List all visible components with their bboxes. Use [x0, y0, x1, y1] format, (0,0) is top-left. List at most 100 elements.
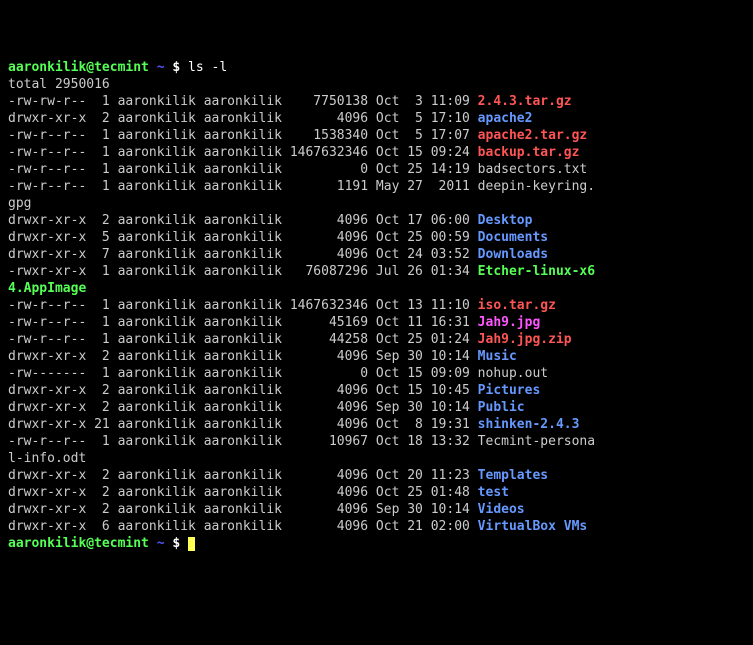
ls-row: drwxr-xr-x 6 aaronkilik aaronkilik 4096 … — [8, 518, 745, 535]
owner: aaronkilik — [118, 111, 196, 126]
date: Oct 3 11:09 — [376, 94, 470, 109]
size: 44258 — [290, 332, 368, 347]
filename: Pictures — [478, 383, 541, 398]
date: Oct 11 16:31 — [376, 315, 470, 330]
size: 4096 — [290, 230, 368, 245]
perm: drwxr-xr-x — [8, 349, 86, 364]
group: aaronkilik — [204, 315, 282, 330]
size: 4096 — [290, 417, 368, 432]
date: Oct 15 09:24 — [376, 145, 470, 160]
date: Oct 25 01:48 — [376, 485, 470, 500]
owner: aaronkilik — [118, 519, 196, 534]
links: 1 — [94, 179, 110, 194]
perm: drwxr-xr-x — [8, 213, 86, 228]
owner: aaronkilik — [118, 434, 196, 449]
ls-row: -rw------- 1 aaronkilik aaronkilik 0 Oct… — [8, 365, 745, 382]
group: aaronkilik — [204, 298, 282, 313]
links: 1 — [94, 145, 110, 160]
date: May 27 2011 — [376, 179, 470, 194]
size: 45169 — [290, 315, 368, 330]
size: 4096 — [290, 111, 368, 126]
date: Sep 30 10:14 — [376, 400, 470, 415]
links: 1 — [94, 162, 110, 177]
date: Oct 15 09:09 — [376, 366, 470, 381]
filename: Jah9.jpg.zip — [478, 332, 572, 347]
filename: Tecmint-persona — [478, 434, 595, 449]
terminal[interactable]: aaronkilik@tecmint ~ $ ls -ltotal 295001… — [8, 59, 745, 552]
perm: drwxr-xr-x — [8, 519, 86, 534]
ls-row: drwxr-xr-x 21 aaronkilik aaronkilik 4096… — [8, 416, 745, 433]
size: 0 — [290, 366, 368, 381]
perm: drwxr-xr-x — [8, 468, 86, 483]
size: 4096 — [290, 468, 368, 483]
group: aaronkilik — [204, 230, 282, 245]
group: aaronkilik — [204, 111, 282, 126]
links: 2 — [94, 400, 110, 415]
ls-row: drwxr-xr-x 2 aaronkilik aaronkilik 4096 … — [8, 501, 745, 518]
filename: Public — [478, 400, 525, 415]
ls-row: drwxr-xr-x 2 aaronkilik aaronkilik 4096 … — [8, 212, 745, 229]
date: Oct 8 19:31 — [376, 417, 470, 432]
ls-row: -rw-r--r-- 1 aaronkilik aaronkilik 0 Oct… — [8, 161, 745, 178]
date: Oct 25 14:19 — [376, 162, 470, 177]
size: 1538340 — [290, 128, 368, 143]
group: aaronkilik — [204, 94, 282, 109]
perm: -rw-r--r-- — [8, 315, 86, 330]
perm: -rw-r--r-- — [8, 434, 86, 449]
owner: aaronkilik — [118, 315, 196, 330]
ls-row: drwxr-xr-x 2 aaronkilik aaronkilik 4096 … — [8, 382, 745, 399]
group: aaronkilik — [204, 213, 282, 228]
filename: Jah9.jpg — [478, 315, 541, 330]
total-line: total 2950016 — [8, 76, 745, 93]
filename-wrap: 4.AppImage — [8, 280, 745, 297]
group: aaronkilik — [204, 264, 282, 279]
ls-row: drwxr-xr-x 7 aaronkilik aaronkilik 4096 … — [8, 246, 745, 263]
links: 1 — [94, 264, 110, 279]
perm: drwxr-xr-x — [8, 502, 86, 517]
group: aaronkilik — [204, 179, 282, 194]
cursor — [188, 537, 195, 551]
owner: aaronkilik — [118, 145, 196, 160]
date: Oct 24 03:52 — [376, 247, 470, 262]
owner: aaronkilik — [118, 332, 196, 347]
perm: drwxr-xr-x — [8, 383, 86, 398]
owner: aaronkilik — [118, 298, 196, 313]
prompt-line-1: aaronkilik@tecmint ~ $ ls -l — [8, 59, 745, 76]
size: 4096 — [290, 502, 368, 517]
date: Oct 15 10:45 — [376, 383, 470, 398]
filename-wrap: gpg — [8, 195, 745, 212]
perm: drwxr-xr-x — [8, 247, 86, 262]
date: Sep 30 10:14 — [376, 349, 470, 364]
ls-row: -rw-r--r-- 1 aaronkilik aaronkilik 1191 … — [8, 178, 745, 195]
size: 1191 — [290, 179, 368, 194]
perm: -rw-r--r-- — [8, 298, 86, 313]
links: 1 — [94, 434, 110, 449]
group: aaronkilik — [204, 434, 282, 449]
perm: drwxr-xr-x — [8, 485, 86, 500]
size: 1467632346 — [290, 145, 368, 160]
links: 2 — [94, 111, 110, 126]
owner: aaronkilik — [118, 213, 196, 228]
filename: backup.tar.gz — [478, 145, 580, 160]
owner: aaronkilik — [118, 417, 196, 432]
filename: Videos — [478, 502, 525, 517]
size: 4096 — [290, 400, 368, 415]
size: 7750138 — [290, 94, 368, 109]
ls-row: -rw-r--r-- 1 aaronkilik aaronkilik 14676… — [8, 144, 745, 161]
prompt-path: ~ — [157, 60, 165, 75]
links: 5 — [94, 230, 110, 245]
group: aaronkilik — [204, 332, 282, 347]
filename: test — [478, 485, 509, 500]
size: 10967 — [290, 434, 368, 449]
date: Oct 21 02:00 — [376, 519, 470, 534]
ls-row: -rw-r--r-- 1 aaronkilik aaronkilik 14676… — [8, 297, 745, 314]
ls-row: drwxr-xr-x 2 aaronkilik aaronkilik 4096 … — [8, 399, 745, 416]
filename: apache2 — [478, 111, 533, 126]
perm: -rw-r--r-- — [8, 179, 86, 194]
filename: Desktop — [478, 213, 533, 228]
ls-row: -rw-r--r-- 1 aaronkilik aaronkilik 15383… — [8, 127, 745, 144]
prompt-line-2[interactable]: aaronkilik@tecmint ~ $ — [8, 535, 745, 552]
owner: aaronkilik — [118, 128, 196, 143]
ls-row: -rw-r--r-- 1 aaronkilik aaronkilik 10967… — [8, 433, 745, 450]
owner: aaronkilik — [118, 485, 196, 500]
